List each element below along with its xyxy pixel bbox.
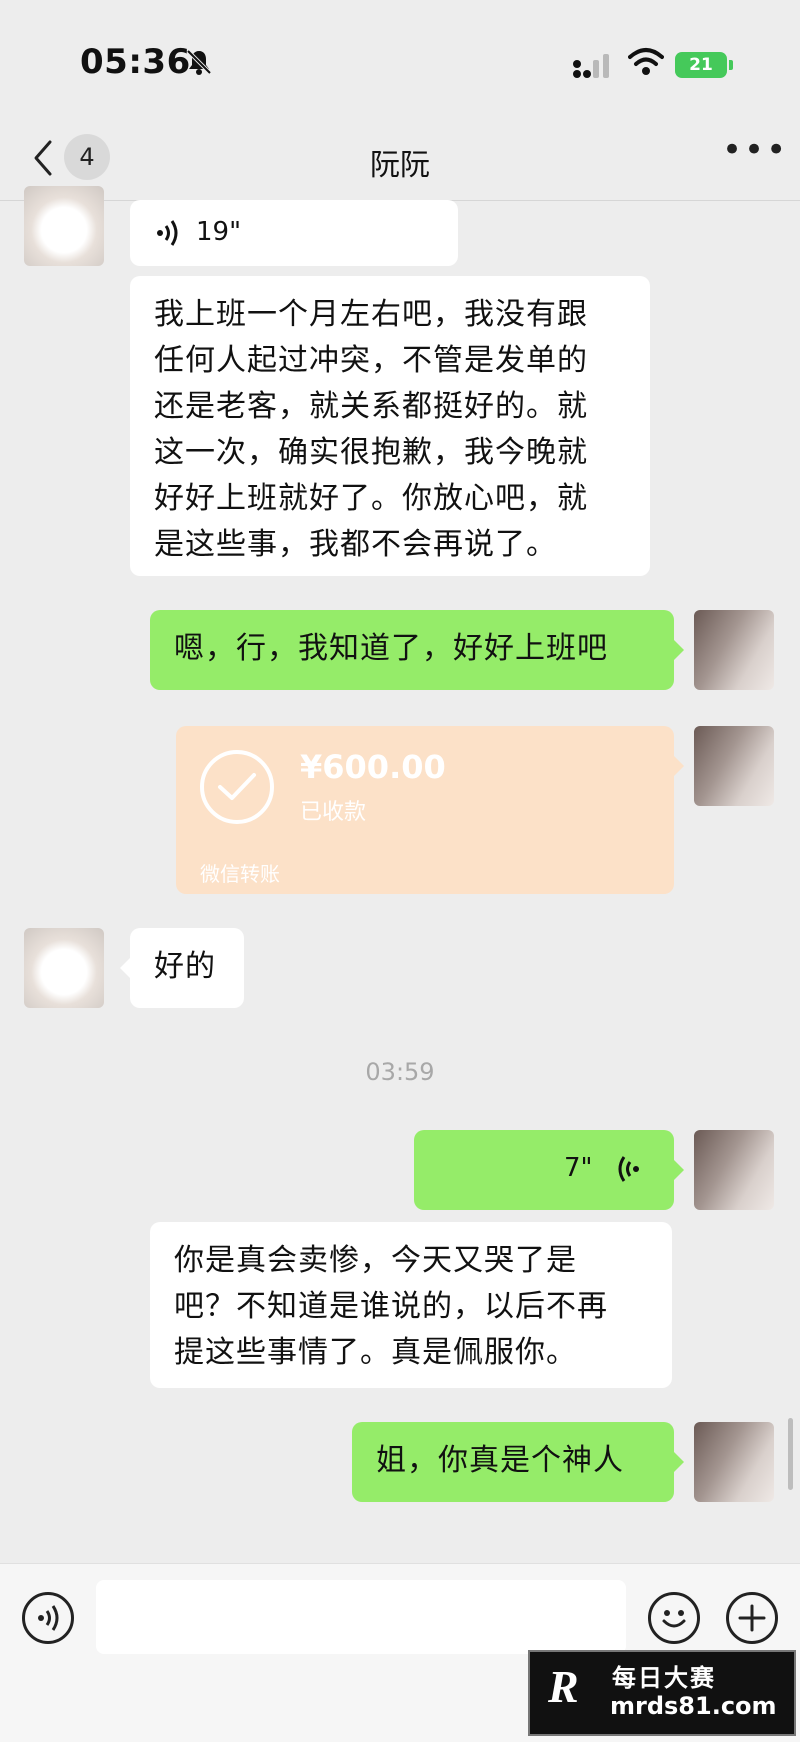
text-message-bubble[interactable]: 姐，你真是个神人 bbox=[352, 1422, 674, 1502]
chat-title: 阮阮 bbox=[370, 148, 430, 183]
text-message-bubble[interactable]: 你是真会卖惨，今天又哭了是 吧？不知道是谁说的，以后不再 提这些事情了。真是佩服… bbox=[150, 1222, 672, 1388]
signal-icon bbox=[573, 54, 609, 78]
voice-duration: 7" bbox=[564, 1153, 593, 1183]
message-text: 姐，你真是个神人 bbox=[376, 1443, 624, 1478]
voice-duration: 19" bbox=[196, 217, 242, 247]
friend-avatar[interactable] bbox=[24, 928, 104, 1008]
check-circle-icon bbox=[200, 750, 274, 824]
watermark-title: 每日大赛 bbox=[612, 1664, 716, 1692]
transfer-card[interactable]: ¥600.00 已收款 微信转账 bbox=[176, 726, 674, 894]
bubble-tail bbox=[674, 1452, 684, 1472]
my-avatar[interactable] bbox=[694, 1130, 774, 1210]
voice-wave-icon bbox=[157, 220, 178, 246]
my-avatar[interactable] bbox=[694, 610, 774, 690]
bubble-tail bbox=[674, 1160, 684, 1180]
friend-avatar[interactable] bbox=[24, 186, 104, 266]
bubble-tail bbox=[674, 640, 684, 660]
transfer-status: 已收款 bbox=[300, 800, 367, 825]
battery-tip bbox=[729, 60, 733, 70]
message-text: 我上班一个月左右吧，我没有跟 任何人起过冲突，不管是发单的 还是老客，就关系都挺… bbox=[154, 297, 588, 562]
message-input[interactable] bbox=[96, 1580, 626, 1654]
my-avatar[interactable] bbox=[694, 726, 774, 806]
text-message-bubble[interactable]: 我上班一个月左右吧，我没有跟 任何人起过冲突，不管是发单的 还是老客，就关系都挺… bbox=[130, 276, 650, 576]
watermark-logo: R bbox=[548, 1661, 579, 1712]
text-message-bubble[interactable]: 嗯，行，我知道了，好好上班吧 bbox=[150, 610, 674, 690]
bell-slash-icon bbox=[186, 49, 212, 75]
transfer-brand: 微信转账 bbox=[200, 862, 280, 886]
my-avatar[interactable] bbox=[694, 1422, 774, 1502]
message-timestamp: 03:59 bbox=[365, 1058, 435, 1086]
voice-message-bubble[interactable]: 7" bbox=[414, 1130, 674, 1210]
transfer-amount: ¥600.00 bbox=[300, 748, 446, 786]
message-text: 嗯，行，我知道了，好好上班吧 bbox=[174, 631, 608, 666]
status-time: 05:36 bbox=[80, 42, 191, 82]
wifi-icon bbox=[628, 48, 664, 75]
plus-icon[interactable] bbox=[726, 1592, 778, 1644]
battery-icon: 21 bbox=[675, 52, 727, 78]
bubble-tail bbox=[674, 756, 684, 776]
bubble-tail bbox=[120, 958, 130, 978]
voice-mode-icon[interactable] bbox=[22, 1592, 74, 1644]
message-text: 好的 bbox=[154, 949, 216, 984]
voice-wave-icon bbox=[618, 1156, 639, 1182]
watermark-url: mrds81.com bbox=[610, 1692, 777, 1720]
emoji-icon[interactable] bbox=[648, 1592, 700, 1644]
more-dots-icon[interactable]: ••• bbox=[722, 133, 786, 170]
text-message-bubble[interactable]: 好的 bbox=[130, 928, 244, 1008]
message-text: 你是真会卖惨，今天又哭了是 吧？不知道是谁说的，以后不再 提这些事情了。真是佩服… bbox=[174, 1243, 608, 1370]
voice-message-bubble[interactable]: 19" bbox=[130, 200, 458, 266]
scrollbar[interactable] bbox=[788, 1418, 793, 1490]
